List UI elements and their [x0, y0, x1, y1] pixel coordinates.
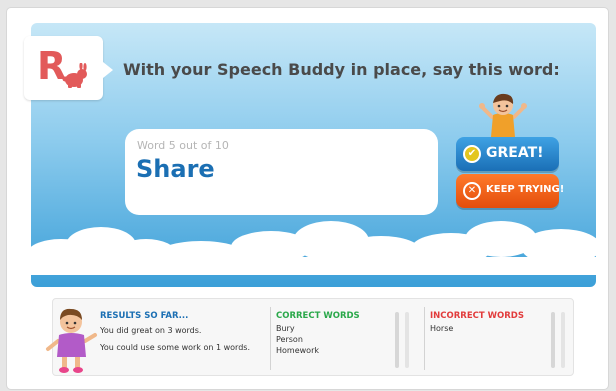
clouds-decoration: [31, 221, 596, 275]
check-icon: ✔: [463, 145, 481, 163]
bubble-tail: [103, 62, 113, 78]
word-counter: Word 5 out of 10: [137, 139, 229, 152]
incorrect-word-1: Horse: [430, 324, 454, 333]
correct-word-3: Homework: [276, 346, 319, 355]
correct-words-scrollbar[interactable]: [395, 312, 399, 368]
results-panel: [52, 298, 574, 376]
incorrect-words-scrollbar[interactable]: [551, 312, 555, 368]
results-line-2: You could use some work on 1 words.: [100, 343, 250, 352]
correct-words-scrollbar-track: [405, 312, 409, 368]
instruction-prompt: With your Speech Buddy in place, say thi…: [123, 60, 560, 79]
great-button-label: GREAT!: [486, 145, 544, 161]
keep-trying-button[interactable]: ✕ KEEP TRYING!: [456, 174, 564, 208]
results-title: RESULTS SO FAR...: [100, 311, 189, 321]
target-word: Share: [136, 155, 215, 183]
incorrect-words-scrollbar-track: [561, 312, 565, 368]
correct-word-1: Bury: [276, 324, 295, 333]
rabbit-icon: [62, 63, 87, 88]
child-icon: [46, 308, 97, 373]
column-divider-2: [424, 307, 425, 370]
column-divider-1: [270, 307, 271, 370]
keep-trying-button-label: KEEP TRYING!: [486, 184, 565, 195]
speech-bubble-logo: R: [24, 36, 113, 100]
word-card: Word 5 out of 10 Share: [125, 129, 438, 215]
close-icon: ✕: [463, 182, 481, 200]
incorrect-words-title: INCORRECT WORDS: [430, 311, 524, 321]
results-line-1: You did great on 3 words.: [100, 326, 202, 335]
correct-words-title: CORRECT WORDS: [276, 311, 360, 321]
waving-child-icon: [479, 93, 527, 137]
correct-word-2: Person: [276, 335, 303, 344]
great-button[interactable]: ✔ GREAT!: [456, 137, 559, 171]
